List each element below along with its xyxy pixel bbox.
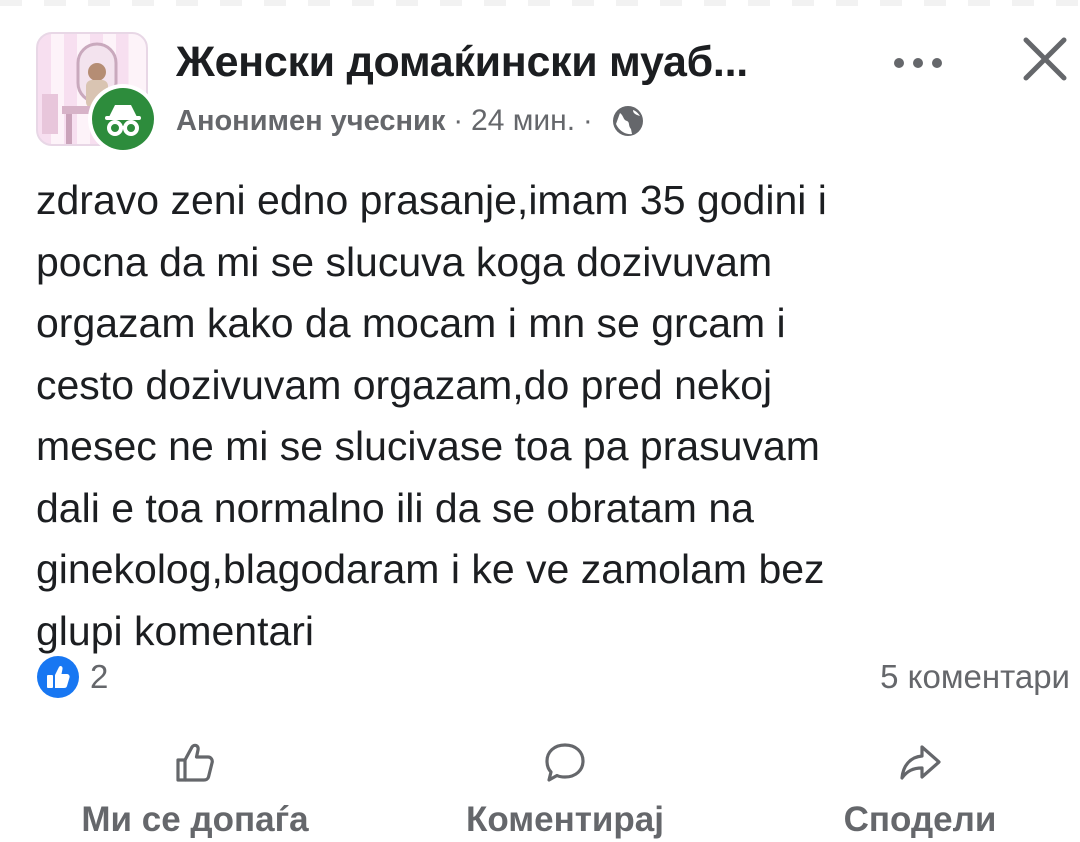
comment-icon bbox=[545, 743, 585, 782]
comment-button[interactable]: Коментирај bbox=[430, 738, 700, 840]
like-reaction-icon bbox=[37, 656, 79, 698]
like-button[interactable]: Ми се допаѓа bbox=[60, 738, 330, 840]
comments-count[interactable]: 5 коментари bbox=[880, 658, 1070, 696]
share-label: Сподели bbox=[843, 800, 997, 839]
more-options-button[interactable] bbox=[894, 48, 954, 78]
meta-separator: · bbox=[453, 104, 464, 137]
incognito-icon bbox=[92, 88, 154, 150]
thumbs-up-icon bbox=[176, 743, 214, 782]
author-name[interactable]: Анонимен учесник bbox=[176, 105, 445, 138]
reactions-count: 2 bbox=[90, 658, 109, 695]
globe-icon bbox=[612, 106, 643, 136]
share-button[interactable]: Сподели bbox=[790, 738, 1050, 840]
reactions-summary[interactable]: 2 bbox=[36, 655, 108, 699]
group-name[interactable]: Женски домаќински муаб... bbox=[176, 38, 856, 87]
post-text: zdravo zeni edno prasanje,imam 35 godini… bbox=[36, 177, 827, 654]
more-icon bbox=[894, 58, 904, 68]
close-icon[interactable] bbox=[1018, 32, 1072, 86]
comment-label: Коментирај bbox=[465, 800, 664, 839]
meta-separator: · bbox=[583, 104, 593, 137]
like-label: Ми се допаѓа bbox=[81, 800, 309, 839]
post-time[interactable]: 24 мин. bbox=[471, 104, 575, 138]
top-edge-strip bbox=[0, 0, 1080, 6]
post-avatar[interactable] bbox=[36, 32, 158, 154]
post-meta: Анонимен учесник · 24 мин. · bbox=[176, 104, 645, 138]
share-icon bbox=[900, 745, 941, 780]
anonymous-badge bbox=[88, 84, 158, 154]
